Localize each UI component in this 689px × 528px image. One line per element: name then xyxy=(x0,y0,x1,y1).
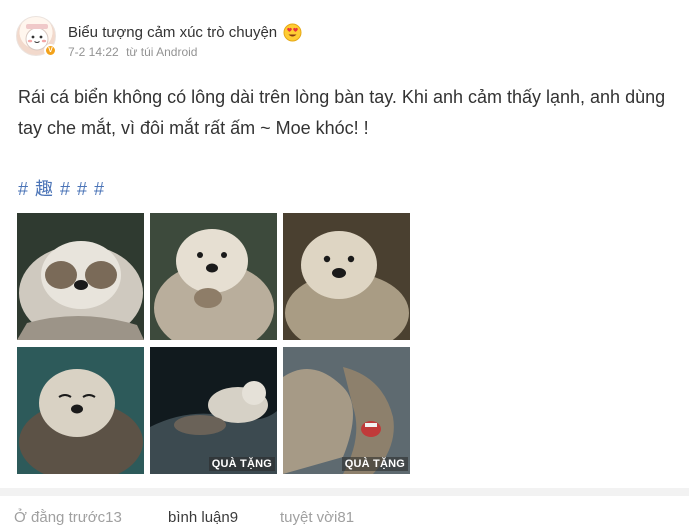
hashtag-link[interactable]: # 趣 # # # xyxy=(18,175,105,201)
gift-badge: QUÀ TẶNG xyxy=(341,457,408,471)
image-tile-6[interactable]: QUÀ TẶNG xyxy=(283,347,410,474)
post-time[interactable]: 7-2 14:22 xyxy=(68,45,119,59)
verified-icon: V xyxy=(44,44,57,57)
repost-button[interactable]: Ở đằng trước13 xyxy=(14,509,122,526)
image-tile-4[interactable] xyxy=(17,347,144,474)
image-tile-2[interactable] xyxy=(150,213,277,340)
post-text: Rái cá biển không có lông dài trên lòng … xyxy=(18,87,666,138)
footer-divider xyxy=(0,488,689,496)
post-actions: Ở đằng trước13 bình luận9 tuyệt vời81 xyxy=(0,506,689,528)
post-source: từ túi Android xyxy=(126,45,198,59)
gift-badge: QUÀ TẶNG xyxy=(208,457,275,471)
like-button[interactable]: tuyệt vời81 xyxy=(280,509,354,526)
image-tile-3[interactable] xyxy=(283,213,410,340)
post-meta: 7-2 14:22 từ túi Android xyxy=(68,45,201,59)
post-header: V Biểu tượng cảm xúc trò chuyện 7-2 14:2… xyxy=(16,16,676,60)
author-line: Biểu tượng cảm xúc trò chuyện xyxy=(68,22,302,42)
image-tile-1[interactable] xyxy=(17,213,144,340)
heart-eyes-emoji-icon xyxy=(283,23,302,42)
comment-button[interactable]: bình luận9 xyxy=(168,509,238,526)
image-tile-5[interactable]: QUÀ TẶNG xyxy=(150,347,277,474)
author-name[interactable]: Biểu tượng cảm xúc trò chuyện xyxy=(68,24,277,41)
weibo-post-card: V Biểu tượng cảm xúc trò chuyện 7-2 14:2… xyxy=(0,0,689,528)
image-grid: QUÀ TẶNG QUÀ TẶNG xyxy=(17,213,417,475)
